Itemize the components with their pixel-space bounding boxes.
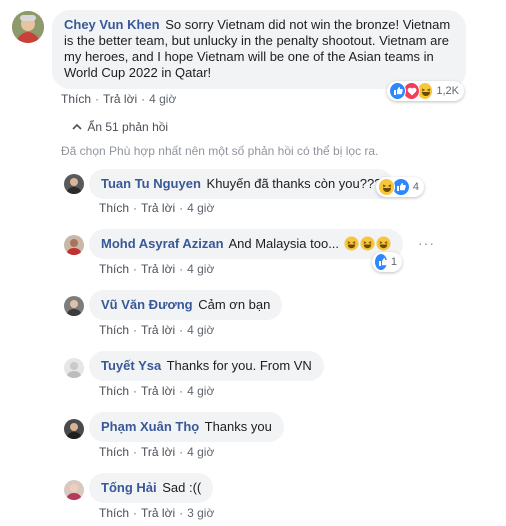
reply-bubble: Tuyết Ysa Thanks for you. From VN <box>89 351 324 381</box>
reply-link[interactable]: Trả lời <box>141 506 175 520</box>
reply-bubble: Tống Hải Sad :(( <box>89 473 214 503</box>
reaction-summary[interactable]: 1,2K <box>387 81 464 101</box>
avatar[interactable] <box>64 235 84 255</box>
laughing-emoji-icon <box>376 236 391 251</box>
filter-note: Đã chọn Phù hợp nhất nên một số phản hồi… <box>61 144 379 158</box>
avatar[interactable] <box>12 11 44 43</box>
comment-actions: Thích · Trả lời · 4 giờ <box>61 92 177 106</box>
reply-author[interactable]: Phạm Xuân Thọ <box>101 419 199 434</box>
comment-author[interactable]: Chey Vun Khen <box>64 17 160 32</box>
reply-link[interactable]: Trả lời <box>141 384 175 398</box>
reaction-count: 4 <box>412 181 419 193</box>
reply-link[interactable]: Trả lời <box>141 323 175 337</box>
laughing-emoji-icon <box>360 236 375 251</box>
reply-actions: Thích · Trả lời · 4 giờ <box>99 323 215 337</box>
like-link[interactable]: Thích <box>99 323 129 337</box>
reply-link[interactable]: Trả lời <box>141 262 175 276</box>
hide-replies-toggle[interactable]: Ẩn 51 phản hồi <box>72 120 168 134</box>
reply-time[interactable]: 4 giờ <box>187 445 214 459</box>
reply-bubble: Phạm Xuân Thọ Thanks you <box>89 412 284 442</box>
hide-replies-label: Ẩn 51 phản hồi <box>87 120 169 134</box>
reply-actions: Thích · Trả lời · 3 giờ <box>99 506 215 520</box>
reply-link[interactable]: Trả lời <box>141 445 175 459</box>
reply-text: Thanks you <box>204 419 272 434</box>
reply-text: Sad :(( <box>162 480 202 495</box>
reply-author[interactable]: Vũ Văn Đương <box>101 297 193 312</box>
chevron-up-icon <box>72 120 84 134</box>
like-link[interactable]: Thích <box>61 92 91 106</box>
reaction-summary[interactable]: 1 <box>372 252 402 272</box>
reply-actions: Thích · Trả lời · 4 giờ <box>99 262 215 276</box>
avatar[interactable] <box>64 419 84 439</box>
reply-actions: Thích · Trả lời · 4 giờ <box>99 384 215 398</box>
reaction-count: 1 <box>390 256 397 268</box>
like-reaction-icon <box>392 178 410 196</box>
like-link[interactable]: Thích <box>99 506 129 520</box>
like-reaction-icon <box>374 253 388 271</box>
reply-author[interactable]: Tuyết Ysa <box>101 358 161 373</box>
reply-time[interactable]: 3 giờ <box>187 506 214 520</box>
reply-bubble: Mohd Asyraf Azizan And Malaysia too... <box>89 229 403 259</box>
like-reaction-icon <box>389 82 406 100</box>
reply-text: Cảm ơn bạn <box>198 297 271 312</box>
reaction-count: 1,2K <box>436 85 459 97</box>
comment-time[interactable]: 4 giờ <box>149 92 176 106</box>
haha-reaction-icon <box>378 178 396 196</box>
reply-time[interactable]: 4 giờ <box>187 262 214 276</box>
avatar[interactable] <box>64 480 84 500</box>
reply-author[interactable]: Tống Hải <box>101 480 157 495</box>
like-link[interactable]: Thích <box>99 384 129 398</box>
laughing-emoji-icon <box>344 236 359 251</box>
reply-actions: Thích · Trả lời · 4 giờ <box>99 445 215 459</box>
reply-bubble: Tuan Tu Nguyen Khuyến đã thanks còn you?… <box>89 169 394 199</box>
avatar[interactable] <box>64 296 84 316</box>
reply-text: And Malaysia too... <box>228 236 340 251</box>
reply-author[interactable]: Tuan Tu Nguyen <box>101 176 201 191</box>
reply-actions: Thích · Trả lời · 4 giờ <box>99 201 215 215</box>
more-options-icon[interactable]: ··· <box>418 235 435 251</box>
reply-time[interactable]: 4 giờ <box>187 323 214 337</box>
like-link[interactable]: Thích <box>99 201 129 215</box>
like-link[interactable]: Thích <box>99 445 129 459</box>
reaction-summary[interactable]: 4 <box>376 177 424 197</box>
reply-link[interactable]: Trả lời <box>103 92 137 106</box>
avatar[interactable] <box>64 174 84 194</box>
reply-link[interactable]: Trả lời <box>141 201 175 215</box>
like-link[interactable]: Thích <box>99 262 129 276</box>
reply-time[interactable]: 4 giờ <box>187 201 214 215</box>
reply-author[interactable]: Mohd Asyraf Azizan <box>101 236 224 251</box>
avatar[interactable] <box>64 358 84 378</box>
reply-text: Khuyến đã thanks còn you??? <box>206 176 382 191</box>
reply-bubble: Vũ Văn Đương Cảm ơn bạn <box>89 290 283 320</box>
reply-text: Thanks for you. From VN <box>166 358 312 373</box>
reply-time[interactable]: 4 giờ <box>187 384 214 398</box>
comment-bubble: Chey Vun Khen So sorry Vietnam did not w… <box>52 10 466 89</box>
